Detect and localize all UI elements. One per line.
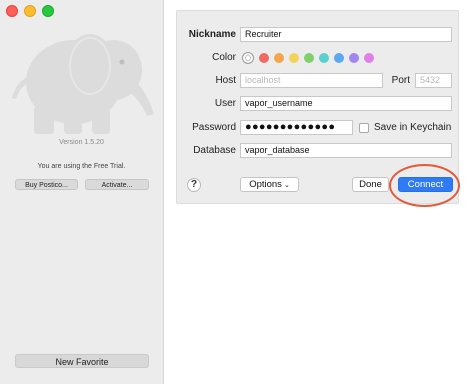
user-field[interactable]: vapor_username [240,96,452,111]
color-swatch-none[interactable] [242,52,254,64]
color-swatch-purple[interactable] [349,53,359,63]
maximize-window-button[interactable] [42,5,54,17]
close-window-button[interactable] [6,5,18,17]
save-in-keychain-label: Save in Keychain [374,122,452,133]
save-in-keychain-checkbox[interactable] [359,123,369,133]
color-swatch-green[interactable] [304,53,314,63]
color-swatch-pink[interactable] [364,53,374,63]
buy-button[interactable]: Buy Postico... [15,179,78,190]
minimize-window-button[interactable] [24,5,36,17]
color-swatch-yellow[interactable] [289,53,299,63]
chevron-down-icon: ⌄ [283,182,290,189]
new-favorite-button[interactable]: New Favorite [15,354,149,368]
color-swatch-red[interactable] [259,53,269,63]
color-swatch-teal[interactable] [319,53,329,63]
port-field[interactable]: 5432 [415,73,452,88]
password-field[interactable]: ●●●●●●●●●●●●● [240,120,353,135]
color-swatch-orange[interactable] [274,53,284,63]
help-button[interactable]: ? [187,178,201,192]
version-label: Version 1.5.20 [59,139,104,146]
options-label: Options [249,179,282,190]
highlight-circle [389,164,460,207]
password-label: Password [192,122,236,133]
elephant-icon [12,34,154,134]
window-controls [6,5,54,17]
activate-button[interactable]: Activate... [85,179,149,190]
color-label: Color [212,52,236,63]
database-field[interactable]: vapor_database [240,143,452,158]
color-picker [242,52,374,64]
host-field[interactable]: localhost [240,73,383,88]
color-swatch-blue[interactable] [334,53,344,63]
user-label: User [214,98,236,109]
database-label: Database [193,145,236,156]
nickname-field[interactable]: Recruiter [240,27,452,42]
sidebar: Version 1.5.20 You are using the Free Tr… [0,0,164,384]
done-button[interactable]: Done [352,177,389,192]
trial-notice: You are using the Free Trial. [37,163,126,170]
port-label: Port [391,75,410,86]
options-button[interactable]: Options ⌄ [240,177,299,192]
host-label: Host [215,75,236,86]
nickname-label: Nickname [188,29,236,40]
